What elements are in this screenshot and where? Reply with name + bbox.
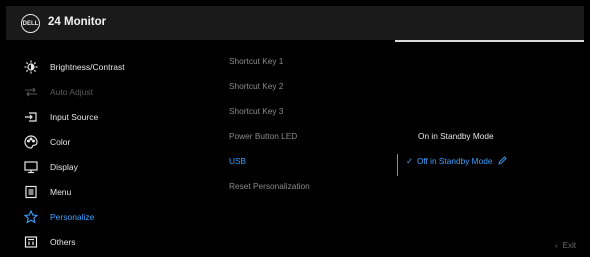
others-icon [24,235,38,249]
menu-label: Color [50,136,71,147]
exit-button[interactable]: ‹ Exit [555,241,576,250]
submenu-item-reset-personalization[interactable]: Reset Personalization [229,181,310,191]
star-icon [24,209,38,224]
menu-icon [24,185,38,199]
auto-adjust-icon [24,85,38,99]
brightness-icon [24,60,38,74]
option-label: Off in Standby Mode [416,156,493,166]
menu-item-auto-adjust[interactable]: Auto Adjust [6,79,221,104]
header-divider [395,40,584,42]
input-source-icon [24,110,38,124]
color-icon [24,134,38,149]
edit-icon [498,156,507,167]
option-on-in-standby[interactable]: On in Standby Mode [418,131,494,141]
menu-label: Others [50,236,76,247]
monitor-title: 24 Monitor [48,16,107,28]
menu-item-input-source[interactable]: Input Source [6,104,221,129]
submenu-item-usb[interactable]: USB [229,156,246,166]
dell-logo: DELL [21,14,40,33]
submenu-item-shortcut-key-1[interactable]: Shortcut Key 1 [229,56,283,66]
submenu-item-shortcut-key-3[interactable]: Shortcut Key 3 [229,106,283,116]
menu-label: Display [50,161,78,172]
menu-label: Auto Adjust [50,86,94,97]
display-icon [24,160,38,174]
option-off-in-standby[interactable]: ✓ Off in Standby Mode [406,156,507,167]
menu-item-personalize[interactable]: Personalize [6,204,221,229]
menu-item-menu[interactable]: Menu [6,179,221,204]
osd-header: DELL 24 Monitor [6,6,584,40]
menu-label: Brightness/Contrast [50,61,125,72]
menu-item-display[interactable]: Display [6,154,221,179]
exit-label: Exit [562,241,576,250]
chevron-left-icon: ‹ [554,241,558,250]
menu-item-color[interactable]: Color [6,129,221,154]
menu-label: Menu [50,186,72,197]
submenu-item-shortcut-key-2[interactable]: Shortcut Key 2 [229,81,283,91]
osd-window: DELL 24 Monitor Brightness/Contrast Auto… [6,6,584,251]
menu-item-brightness-contrast[interactable]: Brightness/Contrast [6,54,221,79]
menu-label: Personalize [50,211,95,222]
submenu-item-power-button-led[interactable]: Power Button LED [229,131,297,141]
menu-label: Input Source [50,111,99,122]
menu-item-others[interactable]: Others [6,229,221,254]
check-icon: ✓ [406,156,413,166]
selection-indicator [397,154,398,176]
